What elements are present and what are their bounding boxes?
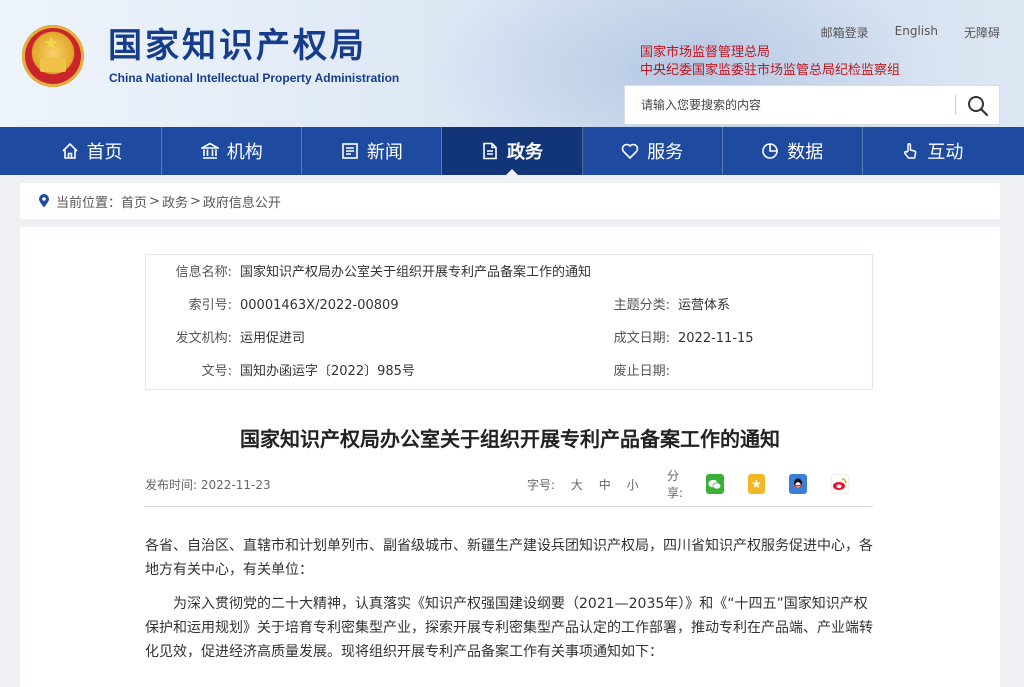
weibo-share-button[interactable] [831,474,850,494]
affiliation-discipline-link[interactable]: 中央纪委国家监委驻市场监管总局纪检监察组 [640,62,900,80]
weibo-icon [833,478,847,490]
info-row: 发文机构: 运用促进司 成文日期: 2022-11-15 [146,327,872,351]
search-input[interactable] [625,86,955,124]
email-login-link[interactable]: 邮箱登录 [821,24,869,41]
hand-pointer-icon [904,143,917,159]
nav-item-home[interactable]: 首页 [22,127,163,175]
breadcrumb-separator: > [189,193,201,209]
document-number-value: 国知办函运字〔2022〕985号 [240,364,415,379]
star-icon: ★ [751,477,762,491]
font-size-small-button[interactable]: 小 [627,478,639,492]
nav-item-service[interactable]: 服务 [583,127,723,175]
article-body: 各省、自治区、直辖市和计划单列市、副省级城市、新疆生产建设兵团知识产权局，四川省… [145,534,873,674]
nav-label: 服务 [647,142,684,163]
written-date-value: 2022-11-15 [678,331,754,346]
institution-icon [200,142,219,159]
font-size-large-button[interactable]: 大 [571,478,583,492]
english-link[interactable]: English [895,24,938,41]
nav-label: 机构 [226,142,263,163]
article-toolbar: 发布时间: 2022-11-23 字号: 大 中 小 分享: ★ [145,469,873,507]
info-row: 信息名称: 国家知识产权局办公室关于组织开展专利产品备案工作的通知 [146,261,872,285]
nav-item-government-affairs[interactable]: 政务 [442,127,583,176]
publish-label: 发布时间: [145,478,198,492]
site-header: ★ 国家知识产权局 China National Intellectual Pr… [0,0,1024,127]
publish-info: 发布时间: 2022-11-23 [145,476,271,493]
nav-label: 互动 [927,142,964,163]
top-links: 邮箱登录 English 无障碍 [821,24,1000,41]
qq-penguin-icon [793,478,803,488]
written-date-label: 成文日期: [613,331,670,346]
wechat-share-button[interactable] [705,474,724,494]
breadcrumb-separator: > [149,193,160,209]
national-emblem-icon[interactable]: ★ [22,25,84,87]
service-icon [621,143,639,160]
site-logo-chinese[interactable]: 国家知识产权局 [108,26,367,66]
topic-label: 主题分类: [613,298,670,313]
info-row: 文号: 国知办函运字〔2022〕985号 废止日期: [146,360,872,384]
affiliations: 国家市场监督管理总局 中央纪委国家监委驻市场监管总局纪检监察组 [640,44,900,80]
document-icon [483,142,497,160]
affiliation-samr-link[interactable]: 国家市场监督管理总局 [640,44,900,62]
publish-date: 2022-11-23 [200,478,271,492]
article-paragraph: 各省、自治区、直辖市和计划单列市、副省级城市、新疆生产建设兵团知识产权局，四川省… [145,538,873,578]
nav-label: 首页 [86,142,123,163]
nav-item-news[interactable]: 新闻 [302,127,443,175]
nav-item-institution[interactable]: 机构 [162,127,303,175]
nav-label: 政务 [506,142,543,163]
font-size-label: 字号: [527,478,556,492]
font-size-control: 字号: 大 中 小 [527,476,639,493]
info-name-value: 国家知识产权局办公室关于组织开展专利产品备案工作的通知 [240,265,592,280]
search-icon [968,96,989,117]
breadcrumb-government-link[interactable]: 政务 [162,192,188,211]
info-row: 索引号: 00001463X/2022-00809 主题分类: 运营体系 [146,294,872,318]
article-paragraph: 为深入贯彻党的二十大精神，认真落实《知识产权强国建设纲要（2021—2035年）… [145,596,873,660]
home-icon [61,142,78,159]
topic-value: 运营体系 [678,298,731,313]
nav-item-data[interactable]: 数据 [723,127,863,175]
qq-share-button[interactable] [789,474,808,494]
nav-label: 新闻 [366,142,403,163]
search-box [624,85,1000,125]
document-number-label: 文号: [201,364,232,379]
index-label: 索引号: [188,298,232,313]
main-nav: 首页 机构 新闻 政务 服务 数据 互动 [0,127,1024,176]
main-content: 信息名称: 国家知识产权局办公室关于组织开展专利产品备案工作的通知 索引号: 0… [20,227,1000,687]
breadcrumb: 当前位置： 首页 > 政务 > 政府信息公开 [20,183,1000,219]
document-info-table: 信息名称: 国家知识产权局办公室关于组织开展专利产品备案工作的通知 索引号: 0… [145,254,873,390]
nav-label: 数据 [787,142,824,163]
site-logo-english[interactable]: China National Intellectual Property Adm… [109,71,399,85]
search-button[interactable] [965,93,991,119]
accessibility-link[interactable]: 无障碍 [964,24,1000,41]
breadcrumb-prefix: 当前位置： [56,195,122,211]
news-icon [342,143,358,159]
index-value: 00001463X/2022-00809 [240,298,399,313]
issuer-label: 发文机构: [175,331,232,346]
font-size-medium-button[interactable]: 中 [599,478,611,492]
breadcrumb-disclosure-link[interactable]: 政府信息公开 [203,192,281,211]
pie-chart-icon [762,143,779,159]
info-name-label: 信息名称: [175,265,232,280]
share-label: 分享: [667,469,684,500]
location-pin-icon [39,194,49,208]
nav-item-interaction[interactable]: 互动 [863,127,1002,175]
share-bar: 分享: ★ [667,469,873,500]
wechat-icon [708,479,722,489]
abolish-date-label: 废止日期: [613,364,670,379]
breadcrumb-home-link[interactable]: 首页 [121,192,147,211]
qzone-share-button[interactable]: ★ [747,474,766,494]
search-divider [955,95,956,115]
issuer-value: 运用促进司 [240,331,306,346]
article-title: 国家知识产权局办公室关于组织开展专利产品备案工作的通知 [240,427,780,451]
